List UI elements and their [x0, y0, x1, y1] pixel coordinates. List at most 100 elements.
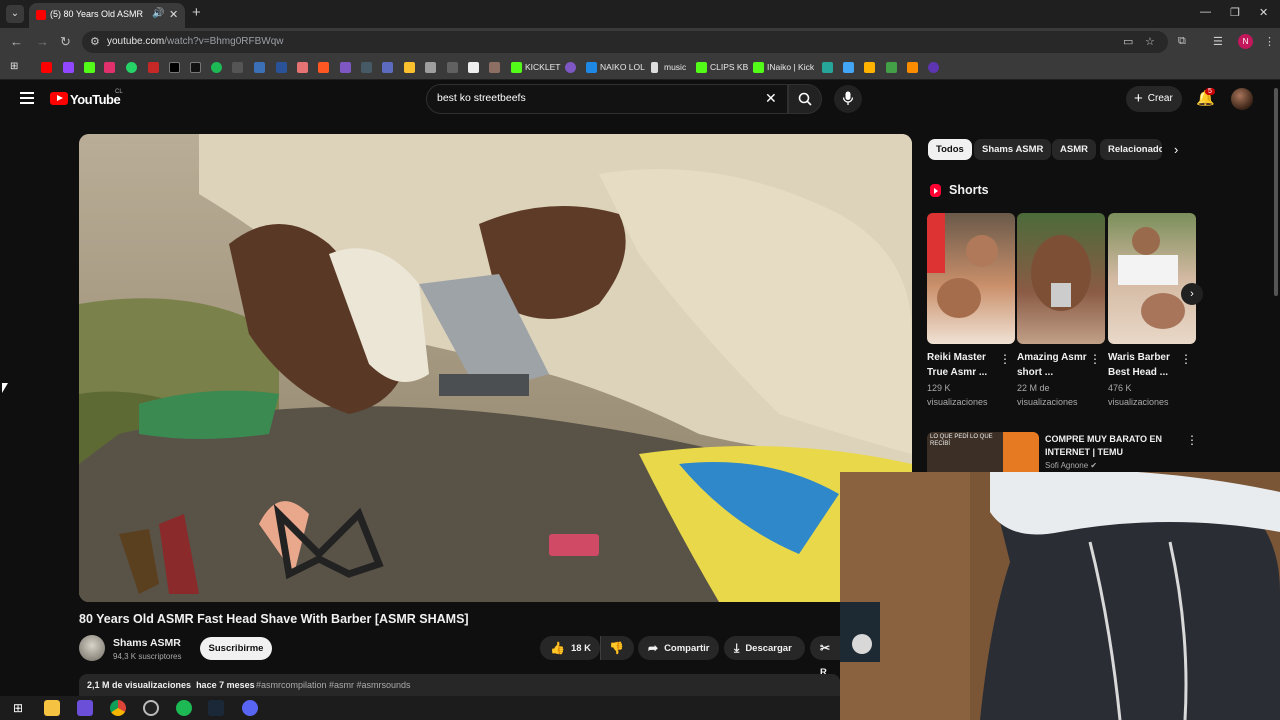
clear-search-icon[interactable]: ✕	[765, 90, 777, 107]
more-vert-icon[interactable]: ⋮	[999, 352, 1011, 366]
more-vert-icon[interactable]: ⋮	[1186, 433, 1198, 447]
chip-todos[interactable]: Todos	[928, 139, 972, 160]
bookmark-star-icon[interactable]: ☆	[1145, 35, 1155, 48]
browser-tab-active[interactable]: (5) 80 Years Old ASMR Fast Head Shave Wi…	[29, 3, 185, 28]
more-vert-icon[interactable]: ⋮	[1089, 352, 1101, 366]
bookmark-icon-18[interactable]	[864, 62, 875, 73]
bookmark-naiko-lol[interactable]: NAIKO LOL	[600, 62, 645, 72]
dislike-button[interactable]: 👎	[600, 636, 634, 660]
spotify-icon[interactable]	[176, 700, 192, 716]
bookmark-music-icon[interactable]	[651, 62, 658, 73]
bookmark-inaiko-kick[interactable]: INaiko | Kick	[767, 62, 814, 72]
search-button[interactable]	[788, 84, 822, 114]
bookmark-icon-3[interactable]	[254, 62, 265, 73]
bookmark-icon-5[interactable]	[297, 62, 308, 73]
bookmark-spotify-icon[interactable]	[211, 62, 222, 73]
bookmark-clips-kb[interactable]: CLIPS KB	[710, 62, 748, 72]
bookmark-icon-2[interactable]	[232, 62, 243, 73]
create-button[interactable]: + Crear	[1126, 86, 1182, 112]
reload-icon[interactable]: ↻	[60, 34, 71, 50]
url-text[interactable]: youtube.com/watch?v=Bhmg0RFBWqw	[107, 36, 283, 47]
speaker-icon[interactable]: 🔊	[152, 8, 164, 19]
bookmark-icon-9[interactable]	[382, 62, 393, 73]
restore-icon[interactable]: ❐	[1230, 6, 1240, 19]
profile-avatar[interactable]: N	[1238, 34, 1253, 49]
short-title[interactable]: Waris Barber Best Head ...	[1108, 350, 1180, 380]
shorts-next-icon[interactable]: ›	[1181, 283, 1203, 305]
tab-search-icon[interactable]: ⌄	[6, 5, 24, 23]
windows-start-icon[interactable]: ⊞	[10, 700, 26, 716]
recommended-title[interactable]: COMPRE MUY BARATO EN INTERNET | TEMU	[1045, 433, 1175, 459]
like-button[interactable]: 👍 18 K	[540, 636, 600, 660]
bookmark-instagram-icon[interactable]	[104, 62, 115, 73]
short-thumbnail[interactable]	[1108, 213, 1196, 344]
new-tab-icon[interactable]: +	[192, 4, 201, 21]
bookmark-icon-6[interactable]	[318, 62, 329, 73]
apps-grid-icon[interactable]: ⊞	[10, 61, 18, 72]
video-player[interactable]	[79, 134, 912, 602]
bookmark-youtube-icon[interactable]	[41, 62, 52, 73]
youtube-logo-icon[interactable]	[50, 92, 68, 105]
bookmark-icon-20[interactable]	[907, 62, 918, 73]
hamburger-menu-icon[interactable]	[20, 92, 34, 104]
back-icon[interactable]: ←	[10, 34, 23, 49]
bookmark-icon-15[interactable]	[565, 62, 576, 73]
chip-shams-asmr[interactable]: Shams ASMR	[974, 139, 1052, 160]
bookmark-icon-7[interactable]	[340, 62, 351, 73]
bookmark-x-icon[interactable]	[169, 62, 180, 73]
channel-name[interactable]: Shams ASMR	[113, 637, 181, 649]
clip-button[interactable]: ✂R	[810, 636, 840, 678]
site-info-icon[interactable]: ⚙	[90, 35, 100, 48]
tab-close-icon[interactable]: ✕	[169, 8, 178, 21]
account-avatar[interactable]	[1231, 88, 1253, 110]
app-icon-1[interactable]	[77, 700, 93, 716]
bookmark-naiko-icon[interactable]	[586, 62, 597, 73]
discord-icon[interactable]	[242, 700, 258, 716]
short-thumbnail[interactable]	[1017, 213, 1105, 344]
short-thumbnail[interactable]	[927, 213, 1015, 344]
more-vert-icon[interactable]: ⋮	[1180, 352, 1192, 366]
hashtags[interactable]: #asmrcompilation #asmr #asmrsounds	[256, 680, 411, 690]
subscribe-button[interactable]: Suscribirme	[200, 637, 272, 660]
chip-relacionado[interactable]: Relacionado	[1100, 139, 1162, 160]
chevron-right-icon[interactable]: ›	[1174, 142, 1178, 157]
voice-search-button[interactable]	[834, 85, 862, 113]
steam-icon[interactable]	[208, 700, 224, 716]
bookmark-music[interactable]: music	[664, 62, 686, 72]
bookmark-icon-8[interactable]	[361, 62, 372, 73]
bookmark-icon-19[interactable]	[886, 62, 897, 73]
share-button[interactable]: ➦ Compartir	[638, 636, 719, 660]
bookmark-icon-21[interactable]	[928, 62, 939, 73]
bookmark-kick-icon[interactable]	[84, 62, 95, 73]
extensions-icon[interactable]: ⧉	[1178, 35, 1186, 48]
media-controls-icon[interactable]: ☰	[1213, 35, 1223, 48]
bookmark-icon-17[interactable]	[843, 62, 854, 73]
bookmark-whatsapp-icon[interactable]	[126, 62, 137, 73]
omnibox[interactable]: ⚙ youtube.com/watch?v=Bhmg0RFBWqw	[82, 31, 1168, 53]
file-explorer-icon[interactable]	[44, 700, 60, 716]
short-title[interactable]: Amazing Asmr short ...	[1017, 350, 1089, 380]
download-button[interactable]: ⤓ Descargar	[724, 636, 805, 660]
bookmark-inaiko-icon[interactable]	[753, 62, 764, 73]
forward-icon[interactable]: →	[36, 34, 49, 49]
bookmark-icon-10[interactable]	[404, 62, 415, 73]
bookmark-icon-12[interactable]	[447, 62, 458, 73]
chrome-icon[interactable]	[110, 700, 126, 716]
bookmark-tiktok-icon[interactable]	[190, 62, 201, 73]
bookmark-kicklet-icon[interactable]	[511, 62, 522, 73]
bookmark-icon-1[interactable]	[148, 62, 159, 73]
channel-avatar[interactable]	[79, 635, 105, 661]
search-input[interactable]	[437, 92, 757, 104]
recommended-thumbnail[interactable]: LO QUE PEDÍ LO QUE RECIBÍ	[927, 432, 1039, 472]
window-close-icon[interactable]: ✕	[1259, 6, 1268, 19]
short-title[interactable]: Reiki Master True Asmr ...	[927, 350, 999, 380]
bookmark-icon-16[interactable]	[822, 62, 833, 73]
bookmark-twitch-icon[interactable]	[63, 62, 74, 73]
browser-menu-icon[interactable]: ⋮	[1264, 35, 1275, 48]
bookmark-icon-14[interactable]	[489, 62, 500, 73]
page-scrollbar[interactable]	[1274, 88, 1278, 296]
recommended-channel[interactable]: Sofi Agnone ✔	[1045, 461, 1097, 470]
bookmark-icon-13[interactable]	[468, 62, 479, 73]
bookmark-kicklet[interactable]: KICKLET	[525, 62, 560, 72]
obs-icon[interactable]	[143, 700, 159, 716]
